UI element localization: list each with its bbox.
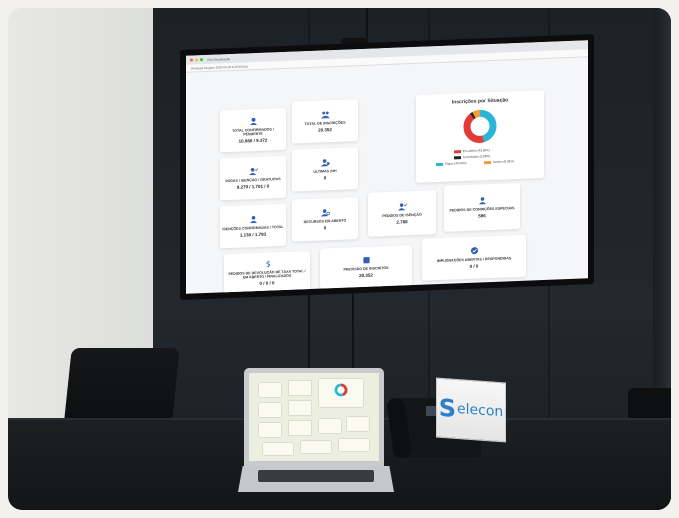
legend-item-isentos: Isentos (8.36%) [484,159,514,164]
laptop-donut-icon [334,383,348,397]
card-value: 0 / 0 / 0 [259,280,275,287]
photo: Tela Visualização Wordpad Imagem 2020-06… [8,8,671,510]
chart-inscricoes-situacao: Inscrições por Situação Em aberto (43.35… [416,89,544,183]
card-label: ÚLTIMAS 24H [313,168,337,174]
legend-item-em-aberto: Em aberto (43.35%) [454,148,490,153]
browser-tab-title[interactable]: Tela Visualização [207,57,230,62]
legend-item-cancelados: Cancelados (2.88%) [454,154,490,159]
user-icon [249,215,257,224]
chart-title: Inscrições por Situação [451,97,509,106]
laptop-screen [249,373,379,461]
card-value: 10.980 / 9.372 [238,137,268,145]
legend-label: Cancelados (2.88%) [463,154,491,160]
card-value: 9.279 / 1.701 / 0 [236,183,270,190]
card-value: 20.352 [318,127,332,133]
legend-label: Isentos (8.36%) [493,159,515,164]
dashboard: TOTAL CONFIRMADOS / PENDENTE 10.980 / 9.… [216,62,544,294]
card-impugnacoes[interactable]: IMPUGNAÇÕES ABERTAS / RESPONDIDAS 0 / 0 [422,234,526,281]
tv-cable [352,293,354,373]
group-icon [320,111,330,119]
sign-mark: S [438,393,457,423]
user-check-icon [248,167,258,176]
tv-cable [308,293,310,373]
ceiling-cable [366,8,368,42]
card-value: 1.130 / 1.793 [239,231,267,238]
card-value: 0 / 0 [469,263,479,269]
card-label: PEDIDOS DE ISENÇÃO [382,212,422,219]
tv-screen: Tela Visualização Wordpad Imagem 2020-06… [186,40,588,294]
card-label: RECURSOS EM ABERTO [303,218,347,225]
card-previsao-inscritos[interactable]: PREVISÃO DE INSCRITOS 20.352 [320,245,412,289]
sign-brand: elecon [457,401,504,421]
card-label: IMPUGNAÇÕES ABERTAS / RESPONDIDAS [436,256,512,263]
users-icon [249,117,257,125]
address-text: Wordpad Imagem 2020-06-18 9:13:45.png [191,63,248,71]
user-icon [478,197,486,205]
card-label: PEDIDOS DE DEVOLUÇÃO DE TAXA TOTAL / EM … [228,268,306,280]
card-value: 0 [323,175,327,181]
user-clock-icon [320,159,330,167]
card-recursos-aberto[interactable]: RECURSOS EM ABERTO 0 [292,197,358,242]
laptop-keyboard [258,470,374,482]
card-label: TOTAL DE INSCRIÇÕES [304,120,346,127]
card-label: PAGAS / ISENÇÃO / GRATUITAS [225,176,281,184]
card-pagas-isencao[interactable]: PAGAS / ISENÇÃO / GRATUITAS 9.279 / 1.70… [220,155,286,201]
card-pedidos-isencao[interactable]: PEDIDOS DE ISENÇÃO 2.788 [368,190,436,237]
card-label: PEDIDOS DE CONDIÇÕES ESPECIAIS [449,205,515,213]
card-total-inscricoes[interactable]: TOTAL DE INSCRIÇÕES 20.352 [292,99,358,144]
tv-monitor: Tela Visualização Wordpad Imagem 2020-06… [180,34,594,300]
user-check-icon [397,203,407,211]
legend-label: Pagos (45.59%) [445,160,467,166]
selecon-sign: S elecon [436,377,506,443]
legend-item-pagos: Pagos (45.59%) [436,161,467,166]
card-isencoes-confirmadas[interactable]: ISENÇÕES CONFIRMADAS / TOTAL 1.130 / 1.7… [220,203,286,249]
user-gear-icon [320,209,330,217]
card-value: 596 [478,213,486,219]
check-circle-icon [470,246,478,255]
card-total-confirmados[interactable]: TOTAL CONFIRMADOS / PENDENTE 10.980 / 9.… [220,107,286,153]
money-icon: $ [265,259,270,267]
card-value: 2.788 [396,219,408,225]
card-devolucao-taxa[interactable]: $ PEDIDOS DE DEVOLUÇÃO DE TAXA TOTAL / E… [224,250,310,294]
card-ultimas-24h[interactable]: ÚLTIMAS 24H 0 [292,147,358,192]
card-value: 20.352 [359,272,373,279]
card-condicoes-especiais[interactable]: PEDIDOS DE CONDIÇÕES ESPECIAIS 596 [444,182,520,232]
donut-chart [463,109,497,143]
card-label: PREVISÃO DE INSCRITOS [343,265,389,272]
laptop [244,368,384,466]
card-label: TOTAL CONFIRMADOS / PENDENTE [232,127,274,137]
svg-text:$: $ [265,259,270,267]
calendar-icon [362,256,370,264]
card-label: ISENÇÕES CONFIRMADAS / TOTAL [222,224,284,232]
card-value: 0 [323,225,327,231]
legend-label: Em aberto (43.35%) [463,148,490,154]
